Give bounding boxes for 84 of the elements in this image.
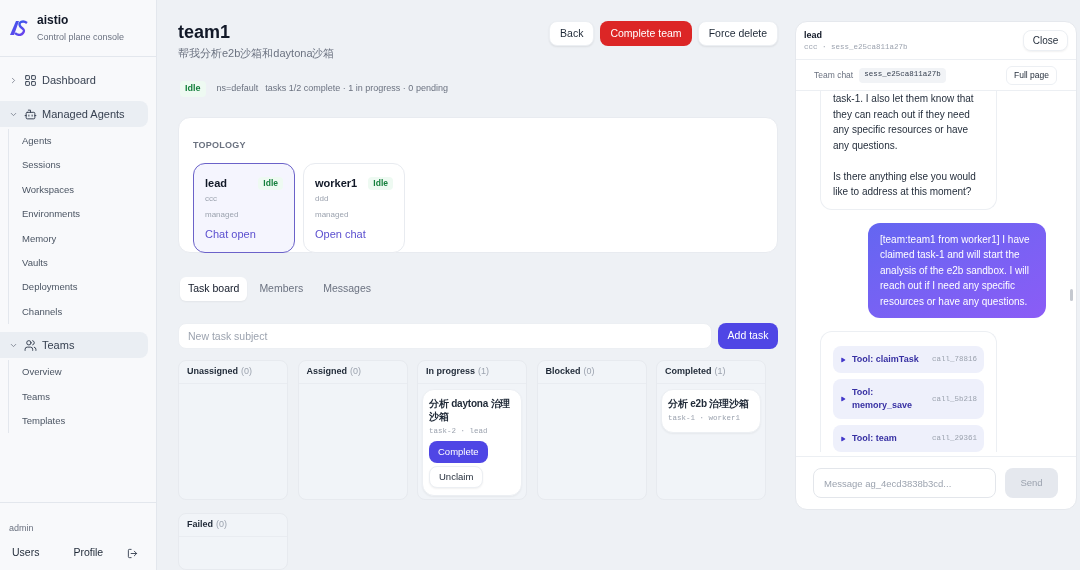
tool-name: Tool: memory_save	[852, 386, 914, 412]
nav-item[interactable]: Sessions	[22, 158, 61, 173]
nav-item[interactable]: Agents	[22, 134, 52, 149]
agent-name: worker1	[315, 176, 358, 192]
agent-name: lead	[205, 176, 227, 192]
column-count: (1)	[714, 365, 726, 379]
section-heading: TOPOLOGY	[193, 139, 246, 151]
nav-group-label: Managed Agents	[42, 106, 125, 122]
footer-link[interactable]: Profile	[73, 545, 104, 561]
logout-icon[interactable]	[127, 547, 138, 559]
tool-name: Tool: team	[852, 432, 898, 445]
chat-link[interactable]: Chat open	[205, 227, 256, 242]
tool-name: Tool: claimTask	[852, 353, 920, 366]
tab[interactable]: Messages	[315, 277, 379, 301]
nav-group[interactable]: Dashboard	[0, 67, 148, 93]
agent-type: managed	[315, 209, 349, 221]
column-count: (0)	[583, 365, 595, 379]
status-badge: Idle	[258, 177, 283, 190]
status-badge: Idle	[368, 177, 393, 190]
triangle-icon	[840, 396, 846, 402]
people-icon	[24, 338, 37, 352]
nav-group-label: Teams	[42, 337, 75, 353]
brand-subtitle: Control plane console	[37, 31, 125, 44]
chat-link[interactable]: Open chat	[315, 227, 366, 242]
tab[interactable]: Task board	[180, 277, 248, 301]
task-action-button[interactable]: Unclaim	[429, 466, 484, 488]
nav-item[interactable]: Environments	[22, 207, 81, 222]
column-count: (0)	[241, 365, 252, 379]
agent-model: ccc	[205, 193, 217, 205]
nav-item[interactable]: Overview	[22, 365, 62, 380]
task-subject-input[interactable]: New task subject	[178, 323, 712, 349]
nav-item[interactable]: Teams	[22, 389, 50, 404]
header-button[interactable]: Back	[549, 21, 595, 46]
robot-icon	[24, 107, 37, 121]
nav-group-label: Dashboard	[42, 72, 96, 88]
column-count: (0)	[350, 365, 361, 379]
column-title: Unassigned	[187, 365, 238, 379]
nav-item[interactable]: Templates	[22, 413, 66, 429]
logo-icon	[9, 20, 28, 36]
message-text: task-1. I also let them know that they can reach out if they need any specific resources or have any questions.	[833, 92, 975, 153]
column-title: Completed	[665, 365, 712, 379]
nav-item[interactable]: Channels	[22, 304, 63, 320]
nav-item[interactable]: Vaults	[22, 256, 48, 271]
header-button[interactable]: Complete team	[600, 21, 692, 46]
nav-item[interactable]: Memory	[22, 231, 57, 246]
triangle-icon	[840, 435, 846, 442]
column-title: Failed	[187, 518, 213, 532]
tab[interactable]: Members	[251, 277, 312, 301]
footer-link[interactable]: Users	[12, 545, 40, 561]
column-title: Assigned	[306, 365, 347, 379]
agent-model: ddd	[315, 193, 329, 205]
scrollbar-thumb[interactable]	[1070, 289, 1073, 301]
nav-item[interactable]: Workspaces	[22, 182, 75, 198]
close-button[interactable]: Close	[1023, 30, 1068, 51]
full-page-button[interactable]: Full page	[1006, 65, 1057, 85]
status-badge: Idle	[180, 81, 206, 97]
message-text: [team:team1 from worker1] I have claimed task-1 and will start the analysis of the e2b sandbox. I will reach out if I need any specific resources or have any questions.	[880, 232, 1031, 309]
page-subtitle: 帮我分析e2b沙箱和daytona沙箱	[178, 46, 335, 61]
header-button[interactable]: Force delete	[697, 21, 778, 46]
agent-type: managed	[205, 209, 239, 221]
column-title: Blocked	[545, 365, 581, 379]
nav-item[interactable]: Deployments	[22, 280, 78, 295]
column-count: (1)	[478, 365, 489, 379]
task-summary: tasks 1/2 complete · 1 in progress · 0 pending	[265, 82, 448, 96]
triangle-icon	[840, 356, 846, 363]
agent-card[interactable]: lead Idle ccc managed Chat open	[193, 163, 295, 253]
message-text: Is there anything else you would like to address at this moment?	[833, 169, 977, 199]
page-title: team1	[178, 21, 231, 44]
task-subject: 分析 daytona 治理沙箱	[429, 397, 512, 423]
column-title: In progress	[426, 365, 475, 379]
column-count: (0)	[216, 518, 227, 532]
user-name: admin	[8, 522, 34, 534]
send-button: Send	[1005, 468, 1058, 498]
agent-card[interactable]: worker1 Idle ddd managed Open chat	[303, 163, 405, 253]
nav-group[interactable]: Teams	[0, 332, 148, 359]
brand-name: aistio	[37, 12, 70, 28]
grid-icon	[24, 73, 37, 87]
team-chat-label: Team chat	[814, 68, 854, 82]
add-task-button[interactable]: Add task	[718, 323, 778, 349]
namespace-text: ns=default	[216, 82, 259, 96]
chat-agent-name: lead	[804, 28, 822, 41]
task-subject: 分析 e2b 治理沙箱	[668, 397, 749, 410]
task-action-button[interactable]: Complete	[429, 441, 488, 463]
nav-group[interactable]: Managed Agents	[0, 101, 148, 127]
